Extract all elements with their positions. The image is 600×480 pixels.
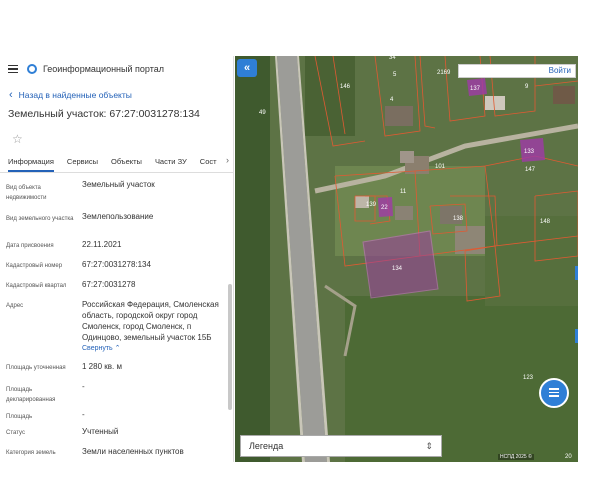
list-item: Кадастровый квартал 67:27:0031278 <box>6 279 233 299</box>
chevron-left-icon: ‹ <box>9 89 13 101</box>
list-item: Площадь декларированная - <box>6 381 233 409</box>
collapse-panel-button[interactable]: « <box>237 59 257 77</box>
map-plot-label: 123 <box>523 375 534 381</box>
favorite-star-icon[interactable]: ☆ <box>12 132 26 146</box>
panel-scrollbar[interactable] <box>228 284 232 410</box>
bottom-blank-area <box>0 462 600 480</box>
map-plot-label: 133 <box>524 149 535 155</box>
legend-label: Легенда <box>249 441 284 451</box>
map-view[interactable]: 146 34 5 4 2169 137 9 133 147 49 101 11 … <box>235 56 578 462</box>
back-link[interactable]: ‹ Назад в найденные объекты <box>0 88 233 102</box>
attr-value: Учтенный <box>82 427 119 436</box>
map-side-handle[interactable] <box>575 329 578 343</box>
attr-label: Площадь декларированная <box>6 387 56 403</box>
map-plot-label: 137 <box>470 86 481 92</box>
tab-parts[interactable]: Части ЗУ <box>155 155 187 172</box>
list-item: Статус Учтенный <box>6 426 233 446</box>
attr-value: Земельный участок <box>82 180 155 189</box>
attr-label: Вид объекта недвижимости <box>6 185 47 201</box>
map-plot-label: 148 <box>540 219 551 225</box>
list-item: Вид земельного участка Землепользование <box>6 211 233 239</box>
list-item: Кадастровый номер 67:27:0031278:134 <box>6 259 233 279</box>
map-plot-label: 146 <box>340 84 351 90</box>
attr-label: Статус <box>6 430 25 436</box>
attr-value: Земли населенных пунктов <box>82 447 184 456</box>
attr-label: Кадастровый квартал <box>6 283 67 289</box>
map-plot-label: 34 <box>389 56 396 61</box>
attr-value: - <box>82 410 85 419</box>
panel-header: Геоинформационный портал <box>0 56 233 82</box>
top-blank-area <box>0 0 600 56</box>
attr-label: Дата присвоения <box>6 243 54 249</box>
app-title: Геоинформационный портал <box>43 64 164 74</box>
map-plot-label: 139 <box>366 202 377 208</box>
attr-value: 67:27:0031278:134 <box>82 260 151 269</box>
map-plot-label: 147 <box>525 167 536 173</box>
info-panel: Геоинформационный портал ‹ Назад в найде… <box>0 56 234 462</box>
tab-objects[interactable]: Объекты <box>111 155 142 172</box>
map-plot-label: 11 <box>400 189 407 195</box>
menu-icon[interactable] <box>8 64 18 74</box>
layers-list-button[interactable] <box>539 378 569 408</box>
map-plot-label: 101 <box>435 164 446 170</box>
map-side-handle[interactable] <box>575 266 578 280</box>
address-text: Российская Федерация, Смоленская область… <box>82 300 219 342</box>
tab-state[interactable]: Сост <box>200 155 217 172</box>
attr-label: Площадь <box>6 414 33 420</box>
attr-label: Категория земель <box>6 450 56 456</box>
attr-value: 1 280 кв. м <box>82 362 122 371</box>
attribute-list: Вид объекта недвижимости Земельный участ… <box>0 173 233 462</box>
back-link-label: Назад в найденные объекты <box>18 90 132 100</box>
satellite-image: 146 34 5 4 2169 137 9 133 147 49 101 11 … <box>235 56 578 462</box>
attr-value: Землепользование <box>82 212 154 221</box>
attr-label: Кадастровый номер <box>6 263 63 269</box>
attr-value: 22.11.2021 <box>82 240 122 249</box>
attr-label: Вид земельного участка <box>6 216 74 222</box>
object-title: Земельный участок: 67:27:0031278:134 <box>8 108 200 120</box>
tab-services[interactable]: Сервисы <box>67 155 98 172</box>
list-item: Площадь уточненная 1 280 кв. м <box>6 361 233 381</box>
attr-value: 67:27:0031278 <box>82 280 136 289</box>
list-item: Категория земель Земли населенных пункто… <box>6 446 233 462</box>
tabs-scroll-right-icon[interactable]: › <box>226 155 229 165</box>
portal-logo-icon <box>27 64 37 74</box>
attr-label: Площадь уточненная <box>6 365 66 371</box>
collapse-address-link[interactable]: Свернуть ⌃ <box>82 343 230 354</box>
list-item: Вид объекта недвижимости Земельный участ… <box>6 179 233 211</box>
map-plot-label: 134 <box>392 266 403 272</box>
list-item: Адрес Российская Федерация, Смоленская о… <box>6 299 233 361</box>
map-plot-label: 138 <box>453 216 464 222</box>
map-attribution: НСПД 2025 © <box>498 454 534 460</box>
list-icon <box>549 388 559 397</box>
attr-value: - <box>82 382 85 391</box>
map-plot-label: 2169 <box>437 70 451 76</box>
login-button[interactable]: Войти <box>549 66 571 75</box>
map-plot-label: 49 <box>259 110 266 116</box>
tab-info[interactable]: Информация <box>8 155 54 172</box>
map-plot-label: 20 <box>565 454 572 460</box>
map-search-box[interactable]: Войти <box>458 64 576 78</box>
select-arrows-icon: ⇕ <box>425 441 433 451</box>
app-window: Геоинформационный портал ‹ Назад в найде… <box>0 0 600 480</box>
attr-value: Российская Федерация, Смоленская область… <box>82 299 230 361</box>
map-plot-label: 22 <box>381 205 388 211</box>
list-item: Дата присвоения 22.11.2021 <box>6 239 233 259</box>
tab-bar: Информация Сервисы Объекты Части ЗУ Сост… <box>0 155 233 173</box>
list-item: Площадь - <box>6 409 233 426</box>
legend-select[interactable]: Легенда ⇕ <box>240 435 442 457</box>
attr-label: Адрес <box>6 303 24 309</box>
